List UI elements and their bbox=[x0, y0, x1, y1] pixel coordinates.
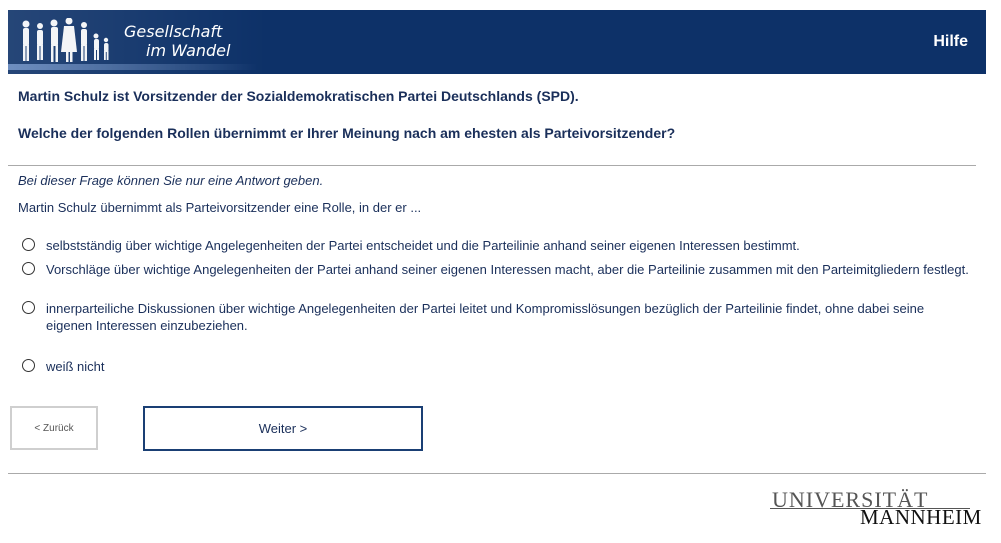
radio-button[interactable] bbox=[22, 262, 35, 275]
answer-label: selbstständig über wichtige Angelegenhei… bbox=[46, 238, 800, 253]
back-button[interactable]: < Zurück bbox=[10, 406, 98, 450]
radio-button[interactable] bbox=[22, 301, 35, 314]
brand-title: Gesellschaft im Wandel bbox=[124, 22, 230, 60]
logo-line2: MANNHEIM bbox=[860, 505, 982, 529]
answer-option-2[interactable]: Vorschläge über wichtige Angelegenheiten… bbox=[22, 261, 972, 278]
university-mannheim-logo: UNIVERSITÄT MANNHEIM bbox=[770, 487, 981, 529]
question-intro: Martin Schulz ist Vorsitzender der Sozia… bbox=[18, 88, 579, 104]
brand-line2: im Wandel bbox=[146, 41, 231, 60]
next-button[interactable]: Weiter > bbox=[143, 406, 423, 451]
help-link[interactable]: Hilfe bbox=[933, 33, 968, 51]
footer-divider bbox=[8, 473, 986, 474]
answer-option-1[interactable]: selbstständig über wichtige Angelegenhei… bbox=[22, 237, 972, 254]
answer-label: weiß nicht bbox=[46, 359, 105, 374]
answer-hint: Bei dieser Frage können Sie nur eine Ant… bbox=[18, 173, 324, 188]
answer-label: Vorschläge über wichtige Angelegenheiten… bbox=[46, 262, 969, 277]
people-silhouettes-logo bbox=[22, 18, 109, 62]
radio-button[interactable] bbox=[22, 238, 35, 251]
brand-line1: Gesellschaft bbox=[124, 22, 223, 41]
radio-button[interactable] bbox=[22, 359, 35, 372]
answer-label: innerparteiliche Diskussionen über wicht… bbox=[46, 301, 925, 333]
header-bar: Gesellschaft im Wandel Hilfe bbox=[8, 10, 986, 74]
answer-option-dont-know[interactable]: weiß nicht bbox=[22, 358, 972, 375]
question-stem: Martin Schulz übernimmt als Parteivorsit… bbox=[18, 200, 422, 215]
question-text: Welche der folgenden Rollen übernimmt er… bbox=[18, 125, 676, 141]
divider bbox=[8, 165, 976, 166]
answer-option-3[interactable]: innerparteiliche Diskussionen über wicht… bbox=[22, 300, 972, 334]
